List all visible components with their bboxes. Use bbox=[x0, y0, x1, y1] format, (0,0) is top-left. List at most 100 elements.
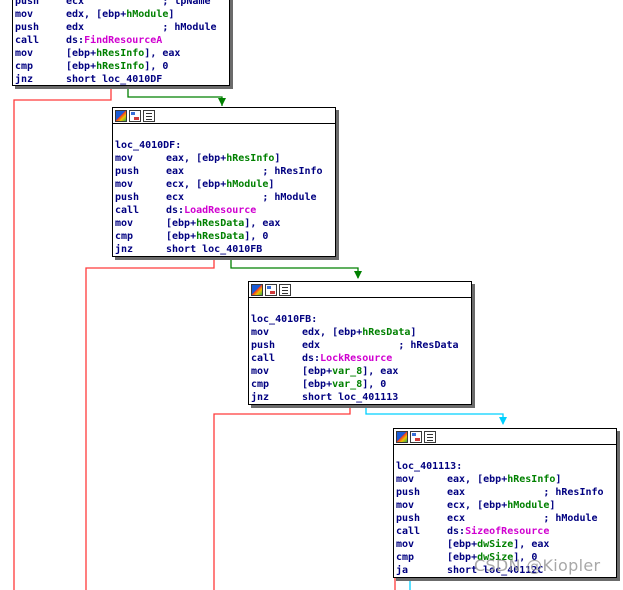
api-name[interactable]: LockResource bbox=[320, 353, 392, 364]
operands: eax, [ebp+hResInfo] bbox=[447, 474, 562, 485]
variable-name[interactable]: hResInfo bbox=[507, 474, 555, 485]
instruction-line[interactable]: cmp [ebp+var_8], 0 bbox=[251, 378, 469, 391]
comment: ; hModule bbox=[84, 22, 217, 33]
operands: short loc_401113 bbox=[302, 392, 399, 403]
variable-name[interactable]: hResData bbox=[196, 231, 244, 242]
instruction-line[interactable]: mov ecx, [ebp+hModule] bbox=[115, 178, 333, 191]
edge-true-n2 bbox=[230, 257, 359, 278]
variable-name[interactable]: hModule bbox=[226, 179, 268, 190]
mnemonic: call bbox=[396, 526, 421, 537]
location-label[interactable]: loc_401113: bbox=[396, 460, 614, 473]
variable-name[interactable]: var_8 bbox=[332, 379, 362, 390]
mnemonic: cmp bbox=[396, 552, 415, 563]
instruction-line[interactable]: mov [ebp+var_8], eax bbox=[251, 365, 469, 378]
comment: ; hModule bbox=[184, 192, 317, 203]
mnemonic: jnz bbox=[115, 244, 134, 255]
instruction-line[interactable]: push ecx ; hModule bbox=[396, 512, 614, 525]
variable-name[interactable]: hResInfo bbox=[96, 61, 144, 72]
mnemonic: mov bbox=[15, 9, 34, 20]
instruction-line[interactable]: mov ecx, [ebp+hModule] bbox=[396, 499, 614, 512]
mnemonic: call bbox=[251, 353, 276, 364]
api-name[interactable]: FindResourceA bbox=[84, 35, 162, 46]
location-label[interactable]: loc_4010FB: bbox=[251, 313, 469, 326]
instruction-line[interactable]: push ecx ; hModule bbox=[115, 191, 333, 204]
instruction-line[interactable]: mov [ebp+hResData], eax bbox=[115, 217, 333, 230]
instruction-line[interactable]: jnz short loc_4010DF bbox=[15, 73, 227, 86]
mnemonic: push bbox=[396, 513, 421, 524]
watermark: CSDN @Kiopler bbox=[474, 556, 601, 575]
text-view-icon[interactable] bbox=[424, 430, 436, 443]
code-block-loc-4010df-body: loc_4010DF: mov eax, [ebp+hResInfo] push eax… bbox=[113, 124, 335, 258]
instruction-line[interactable]: push edx ; hModule bbox=[15, 21, 227, 34]
comment: ; hResInfo bbox=[184, 166, 323, 177]
variable-name[interactable]: hModule bbox=[126, 9, 168, 20]
variable-name[interactable]: dwSize bbox=[477, 539, 513, 550]
operands: ecx bbox=[66, 0, 85, 7]
instruction-line[interactable]: jnz short loc_4010FB bbox=[115, 243, 333, 256]
color-icon[interactable] bbox=[251, 283, 263, 296]
instruction-line[interactable]: cmp [ebp+hResData], 0 bbox=[115, 230, 333, 243]
variable-name[interactable]: hResData bbox=[362, 327, 410, 338]
variable-name[interactable]: hResInfo bbox=[96, 48, 144, 59]
code-block-top-body: push ecx ; lpName mov edx, [ebp+hModule] pus… bbox=[13, 0, 229, 88]
mnemonic: mov bbox=[396, 500, 415, 511]
instruction-line[interactable]: call ds:LockResource bbox=[251, 352, 469, 365]
mnemonic: push bbox=[15, 0, 40, 7]
mnemonic: cmp bbox=[251, 379, 270, 390]
graph-icon[interactable] bbox=[410, 430, 422, 443]
code-block-loc-4010fb[interactable]: loc_4010FB: mov edx, [ebp+hResData] push edx… bbox=[248, 281, 472, 405]
code-block-loc-4010df[interactable]: loc_4010DF: mov eax, [ebp+hResInfo] push eax… bbox=[112, 107, 336, 257]
instruction-line[interactable]: mov [ebp+dwSize], eax bbox=[396, 538, 614, 551]
instruction-line[interactable]: mov edx, [ebp+hModule] bbox=[15, 8, 227, 21]
mnemonic: push bbox=[115, 192, 140, 203]
instruction-line[interactable]: mov edx, [ebp+hResData] bbox=[251, 326, 469, 339]
operands: [ebp+hResData], 0 bbox=[166, 231, 269, 242]
operands: ecx bbox=[166, 192, 185, 203]
instruction-line[interactable]: mov [ebp+hResInfo], eax bbox=[15, 47, 227, 60]
mnemonic: mov bbox=[251, 327, 270, 338]
operands: short loc_4010FB bbox=[166, 244, 263, 255]
text-view-icon[interactable] bbox=[143, 109, 155, 122]
operands: ds:FindResourceA bbox=[66, 35, 163, 46]
operands: [ebp+var_8], eax bbox=[302, 366, 399, 377]
color-icon[interactable] bbox=[396, 430, 408, 443]
location-label[interactable]: loc_4010DF: bbox=[115, 139, 333, 152]
instruction-line[interactable]: mov eax, [ebp+hResInfo] bbox=[396, 473, 614, 486]
instruction-line[interactable]: mov eax, [ebp+hResInfo] bbox=[115, 152, 333, 165]
operands: edx, [ebp+hResData] bbox=[302, 327, 417, 338]
variable-name[interactable]: hResInfo bbox=[226, 153, 274, 164]
instruction-line[interactable]: call ds:SizeofResource bbox=[396, 525, 614, 538]
code-block-loc-4010fb-body: loc_4010FB: mov edx, [ebp+hResData] push edx… bbox=[249, 298, 471, 406]
mnemonic: mov bbox=[115, 218, 134, 229]
graph-icon[interactable] bbox=[265, 283, 277, 296]
mnemonic: ja bbox=[396, 565, 409, 576]
edge-false-n2 bbox=[85, 257, 215, 590]
instruction-line[interactable]: push edx ; hResData bbox=[251, 339, 469, 352]
variable-name[interactable]: var_8 bbox=[332, 366, 362, 377]
node-header bbox=[394, 429, 616, 445]
instruction-line[interactable]: push eax ; hResInfo bbox=[115, 165, 333, 178]
operands: short loc_4010DF bbox=[66, 74, 163, 85]
instruction-line[interactable]: call ds:LoadResource bbox=[115, 204, 333, 217]
mnemonic: push bbox=[15, 22, 40, 33]
instruction-line[interactable]: push eax ; hResInfo bbox=[396, 486, 614, 499]
instruction-line[interactable]: push ecx ; lpName bbox=[15, 0, 227, 8]
instruction-line[interactable]: cmp [ebp+hResInfo], 0 bbox=[15, 60, 227, 73]
api-name[interactable]: LoadResource bbox=[184, 205, 256, 216]
graph-icon[interactable] bbox=[129, 109, 141, 122]
mnemonic: mov bbox=[396, 539, 415, 550]
mnemonic: push bbox=[115, 166, 140, 177]
color-icon[interactable] bbox=[115, 109, 127, 122]
variable-name[interactable]: hModule bbox=[507, 500, 549, 511]
instruction-line[interactable]: jnz short loc_401113 bbox=[251, 391, 469, 404]
api-name[interactable]: SizeofResource bbox=[465, 526, 549, 537]
mnemonic: call bbox=[115, 205, 140, 216]
text-view-icon[interactable] bbox=[279, 283, 291, 296]
arrow-head-n4 bbox=[499, 417, 507, 425]
code-block-top[interactable]: push ecx ; lpName mov edx, [ebp+hModule] pus… bbox=[12, 0, 230, 86]
instruction-line[interactable]: call ds:FindResourceA bbox=[15, 34, 227, 47]
variable-name[interactable]: hResData bbox=[196, 218, 244, 229]
